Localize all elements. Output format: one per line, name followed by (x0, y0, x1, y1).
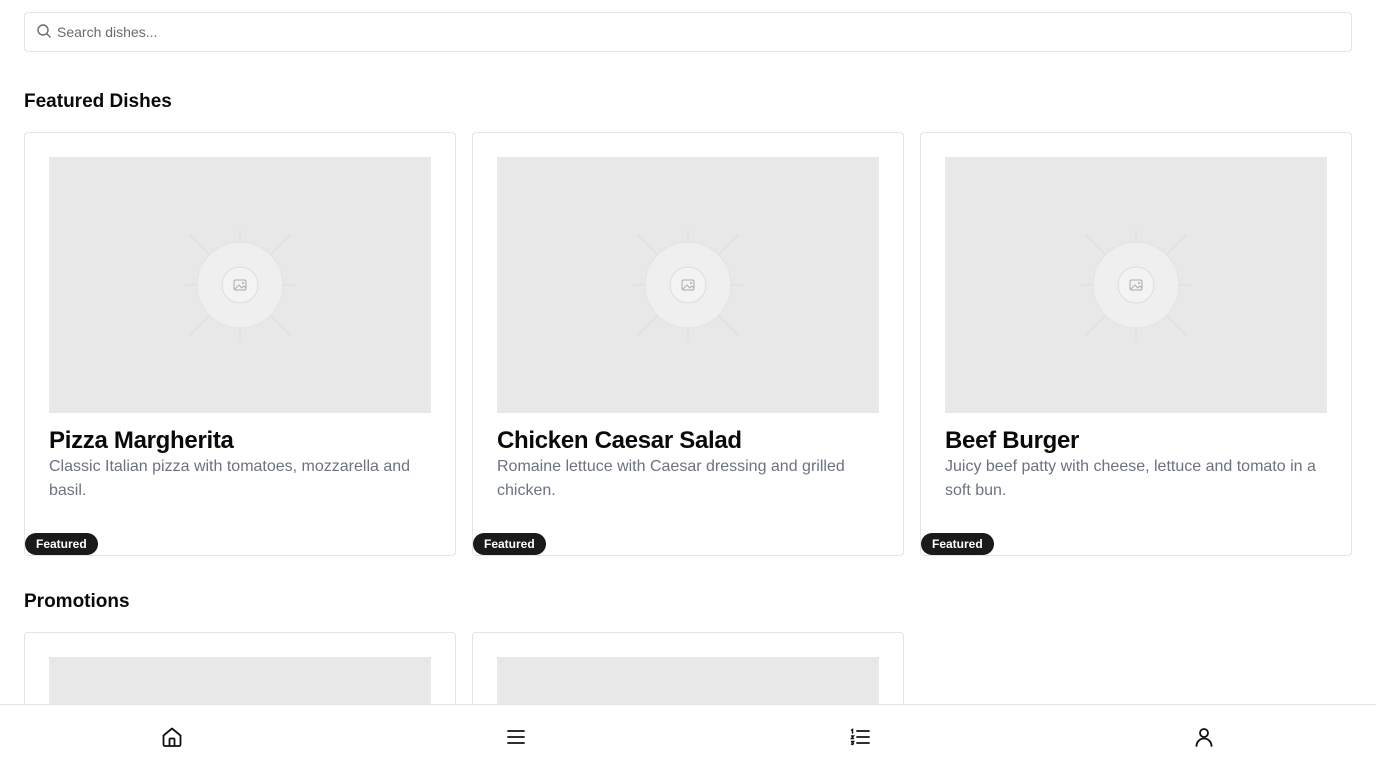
featured-badge: Featured (921, 533, 994, 555)
dish-description: Classic Italian pizza with tomatoes, moz… (49, 458, 411, 499)
promotion-card[interactable] (472, 632, 904, 704)
dish-name: Beef Burger (945, 427, 1080, 454)
dish-card[interactable]: Beef Burger Juicy beef patty with cheese… (920, 132, 1352, 556)
search-bar[interactable] (24, 12, 1352, 52)
image-placeholder-icon (633, 230, 743, 340)
menu-icon (507, 730, 525, 744)
home-icon (162, 727, 182, 747)
promotion-card[interactable] (24, 632, 456, 704)
dish-description: Romaine lettuce with Caesar dressing and… (497, 458, 845, 499)
featured-dishes-heading: Featured Dishes (24, 91, 172, 112)
dish-image-placeholder (497, 157, 879, 413)
promotions-heading: Promotions (24, 591, 130, 612)
featured-badge: Featured (25, 533, 98, 555)
dish-image-placeholder (49, 157, 431, 413)
nav-profile[interactable] (1032, 705, 1376, 768)
search-icon (37, 24, 51, 38)
search-input[interactable] (57, 13, 1337, 51)
promotion-image-placeholder (49, 657, 431, 704)
dish-name: Pizza Margherita (49, 427, 234, 454)
promotion-image-placeholder (497, 657, 879, 704)
list-icon (850, 728, 870, 746)
bottom-navigation (0, 704, 1376, 768)
dish-name: Chicken Caesar Salad (497, 427, 742, 454)
nav-home[interactable] (0, 705, 344, 768)
nav-orders[interactable] (688, 705, 1032, 768)
nav-menu[interactable] (344, 705, 688, 768)
user-icon (1195, 728, 1213, 747)
dish-description: Juicy beef patty with cheese, lettuce an… (945, 458, 1316, 499)
featured-badge: Featured (473, 533, 546, 555)
image-placeholder-icon (185, 230, 295, 340)
dish-card[interactable]: Pizza Margherita Classic Italian pizza w… (24, 132, 456, 556)
image-placeholder-icon (1081, 230, 1191, 340)
dish-image-placeholder (945, 157, 1327, 413)
main-content: Featured Dishes Pizza Margherita Classic… (0, 0, 1376, 704)
dish-card[interactable]: Chicken Caesar Salad Romaine lettuce wit… (472, 132, 904, 556)
